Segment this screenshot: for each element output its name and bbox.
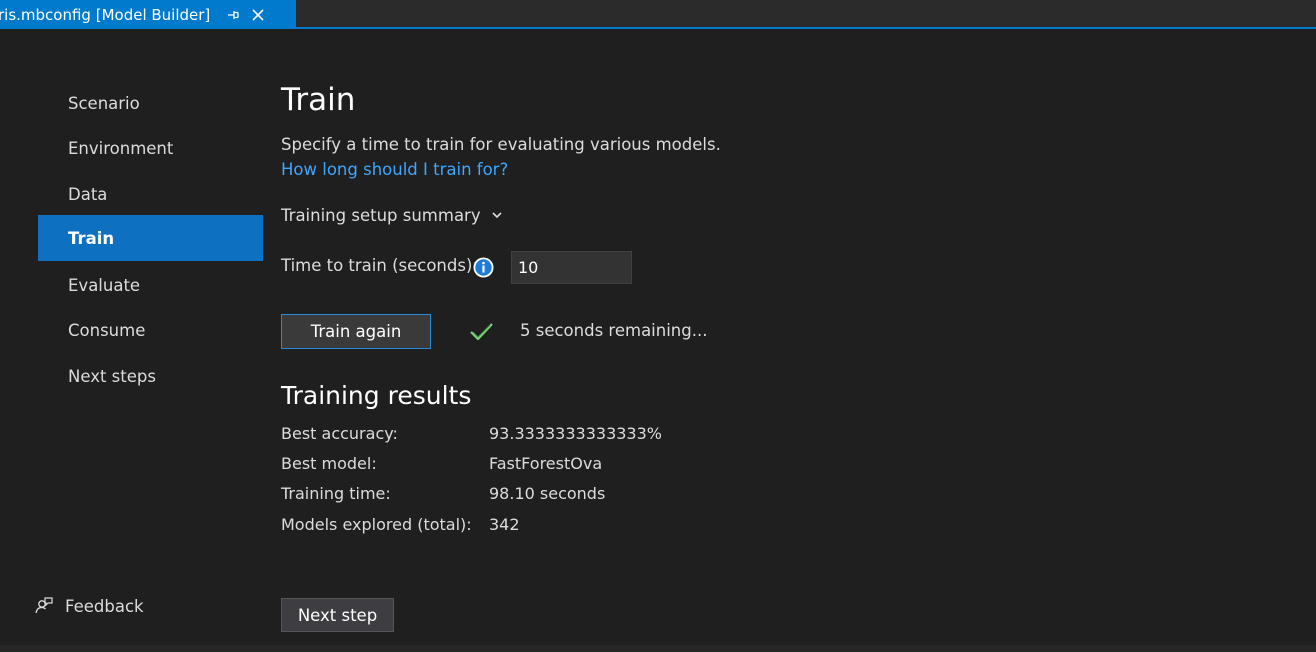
tab-title: ris.mbconfig [Model Builder] (0, 5, 211, 24)
nav-item-scenario[interactable]: Scenario (38, 80, 263, 126)
nav-item-environment[interactable]: Environment (38, 125, 263, 171)
training-status: 5 seconds remaining... (520, 321, 708, 340)
result-label: Best accuracy: (281, 424, 398, 443)
result-row-best-model: Best model: FastForestOva (281, 454, 602, 478)
bottom-divider (0, 645, 1316, 652)
chevron-down-icon (492, 212, 502, 219)
result-row-training-time: Training time: 98.10 seconds (281, 484, 605, 508)
nav-item-label: Environment (68, 138, 174, 158)
nav-item-label: Next steps (68, 366, 156, 386)
help-link[interactable]: How long should I train for? (281, 160, 508, 179)
pin-icon[interactable] (224, 6, 242, 24)
result-value: 98.10 seconds (489, 484, 606, 503)
nav-item-consume[interactable]: Consume (38, 307, 263, 353)
training-setup-summary-toggle[interactable]: Training setup summary (281, 202, 503, 228)
result-row-best-accuracy: Best accuracy: 93.3333333333333% (281, 424, 662, 448)
info-icon[interactable] (473, 257, 494, 278)
summary-label: Training setup summary (281, 205, 481, 225)
page-description: Specify a time to train for evaluating v… (281, 135, 721, 154)
result-label: Training time: (281, 484, 391, 503)
feedback-link[interactable]: Feedback (34, 592, 144, 620)
time-to-train-input[interactable] (511, 251, 632, 284)
result-row-models-explored: Models explored (total): 342 (281, 515, 520, 539)
nav-item-label: Data (68, 184, 108, 204)
nav-item-label: Scenario (68, 93, 140, 113)
nav-item-label: Evaluate (68, 275, 141, 295)
time-to-train-label: Time to train (seconds): (281, 256, 478, 275)
result-value: FastForestOva (489, 454, 603, 473)
check-icon (470, 323, 493, 341)
nav-item-label: Consume (68, 320, 146, 340)
nav-item-data[interactable]: Data (38, 171, 263, 217)
result-value: 93.3333333333333% (489, 424, 662, 443)
training-results-title: Training results (281, 381, 472, 410)
close-icon[interactable] (248, 5, 268, 25)
feedback-label: Feedback (65, 596, 144, 616)
nav-item-label: Train (68, 228, 115, 248)
feedback-icon (35, 597, 53, 614)
result-label: Best model: (281, 454, 377, 473)
document-tab-strip: ris.mbconfig [Model Builder] (0, 0, 1316, 29)
nav-item-next-steps[interactable]: Next steps (38, 353, 263, 399)
page-title: Train (281, 82, 356, 118)
result-value: 342 (489, 515, 520, 534)
nav-item-evaluate[interactable]: Evaluate (38, 262, 263, 308)
result-label: Models explored (total): (281, 515, 472, 534)
nav-item-train[interactable]: Train (38, 215, 263, 261)
next-step-button[interactable]: Next step (281, 598, 394, 632)
document-tab[interactable]: ris.mbconfig [Model Builder] (0, 0, 296, 29)
train-again-button[interactable]: Train again (281, 314, 431, 349)
